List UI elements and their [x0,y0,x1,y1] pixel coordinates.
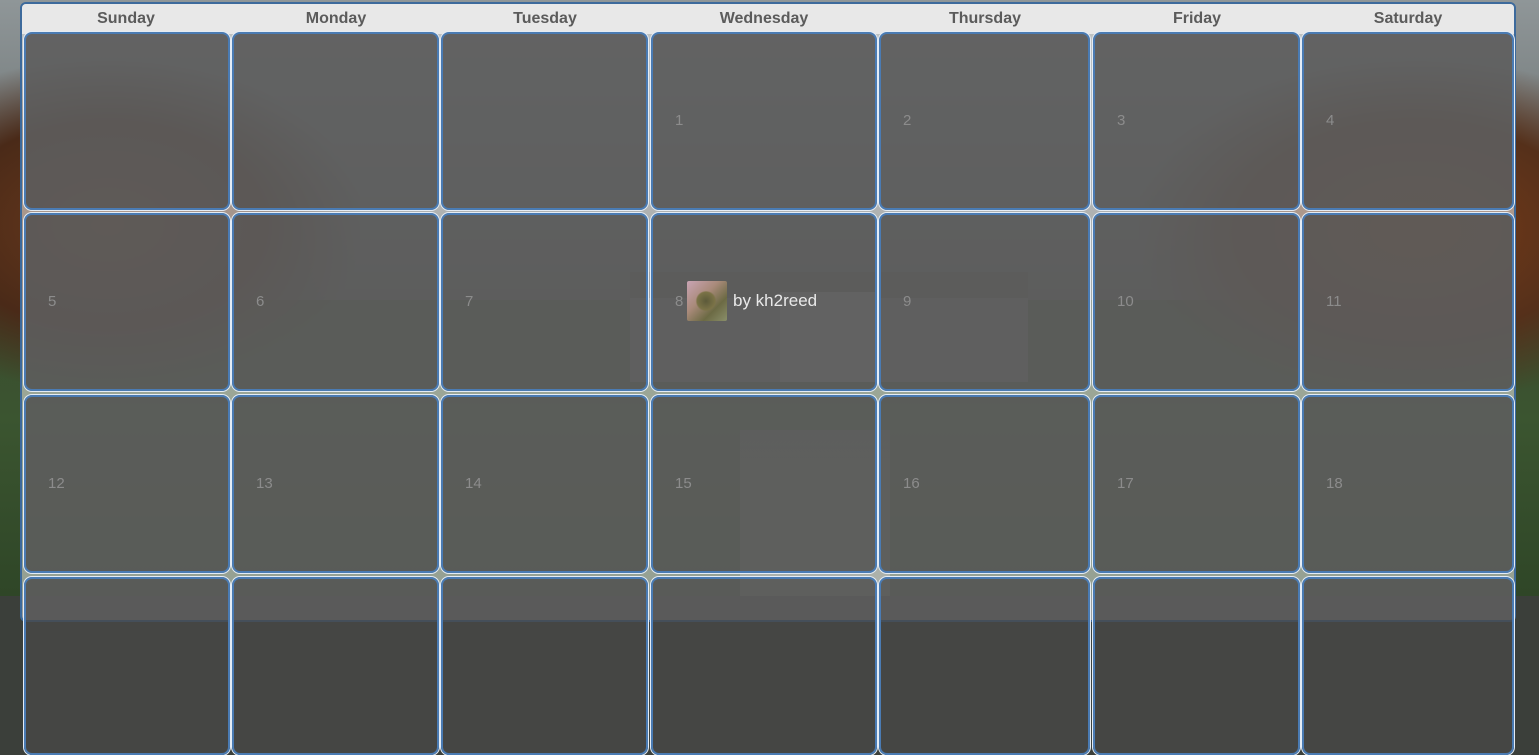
calendar-day-cell[interactable]: 16 [879,395,1090,573]
calendar-day-cell[interactable] [441,32,648,210]
calendar-day-cell[interactable]: 10 [1093,213,1300,391]
weekday-friday: Friday [1172,10,1221,27]
calendar-day-cell[interactable] [1302,577,1514,755]
weekday-saturday: Saturday [1373,10,1443,27]
calendar-day-cell[interactable]: 11 [1302,213,1514,391]
calendar-day-cell[interactable]: 8 by kh2reed [651,213,877,391]
calendar-day-cell[interactable]: 15 [651,395,877,573]
day-number: 10 [1117,293,1134,310]
day-number: 4 [1326,112,1335,129]
day-number: 12 [48,475,65,492]
day-number: 16 [903,475,920,492]
day-number: 5 [48,293,57,310]
calendar-day-cell[interactable] [24,577,230,755]
day-number: 6 [256,293,265,310]
day-number: 7 [465,293,474,310]
calendar-day-cell[interactable]: 12 [24,395,230,573]
calendar-day-cell[interactable]: 17 [1093,395,1300,573]
user-avatar-icon[interactable] [687,281,727,321]
day-number: 13 [256,475,273,492]
day-number: 11 [1326,293,1342,310]
weekday-tuesday: Tuesday [513,10,577,27]
weekday-wednesday: Wednesday [719,10,809,27]
weekday-sunday: Sunday [97,10,155,27]
calendar-day-cell[interactable] [232,32,439,210]
calendar-day-cell[interactable] [651,577,877,755]
calendar-day-cell[interactable]: 7 [441,213,648,391]
calendar-day-cell[interactable] [232,577,439,755]
calendar-day-cell[interactable] [441,577,648,755]
day-number: 8 [675,293,684,310]
calendar-day-cell[interactable]: 2 [879,32,1090,210]
day-number: 14 [465,475,482,492]
calendar-day-cell[interactable] [24,32,230,210]
day-number: 17 [1117,475,1134,492]
calendar-day-cell[interactable]: 3 [1093,32,1300,210]
calendar-day-cell[interactable]: 13 [232,395,439,573]
day-number: 15 [675,475,692,492]
event-author[interactable]: by kh2reed [733,291,817,311]
day-number: 1 [675,112,684,129]
calendar-day-cell[interactable] [1093,577,1300,755]
calendar-day-cell[interactable]: 18 [1302,395,1514,573]
calendar-day-cell[interactable]: 6 [232,213,439,391]
weekday-thursday: Thursday [948,10,1021,27]
calendar-day-cell[interactable]: 4 [1302,32,1514,210]
calendar-day-cell[interactable]: 14 [441,395,648,573]
day-number: 18 [1326,475,1343,492]
weekday-monday: Monday [305,10,367,27]
weekday-header: Sunday Monday Tuesday Wednesday Thursday… [22,4,1514,34]
calendar-day-cell[interactable] [879,577,1090,755]
calendar-day-cell[interactable]: 5 [24,213,230,391]
day-number: 9 [903,293,912,310]
calendar-day-cell[interactable]: 1 [651,32,877,210]
calendar-event[interactable]: by kh2reed [687,281,817,321]
day-number: 2 [903,112,912,129]
calendar-day-cell[interactable]: 9 [879,213,1090,391]
day-number: 3 [1117,112,1126,129]
